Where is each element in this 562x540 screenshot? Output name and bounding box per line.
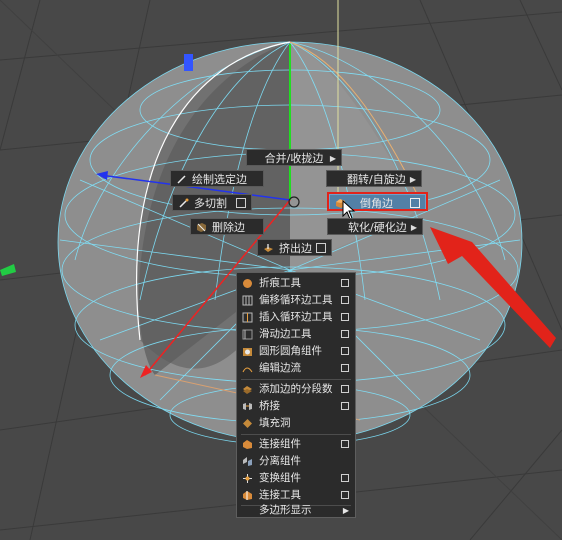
- menu-item-label: 偏移循环边工具: [259, 294, 333, 306]
- submenu-arrow-icon: ▶: [329, 154, 336, 163]
- option-box[interactable]: [341, 440, 349, 448]
- menu-item-label: 变换组件: [259, 472, 301, 484]
- menu-item-crease-tool[interactable]: 折痕工具: [237, 275, 355, 292]
- multicut-option-box[interactable]: [236, 198, 246, 208]
- fill-hole-icon: [243, 419, 252, 428]
- extrude-icon: [264, 244, 273, 252]
- flip-spin-edge-label: 翻转/自旋边: [347, 173, 406, 186]
- submenu-arrow-icon: ▶: [409, 175, 416, 184]
- menu-item-label: 插入循环边工具: [259, 311, 333, 323]
- menu-item-label: 编辑边流: [259, 362, 301, 374]
- menu-item-label: 折痕工具: [259, 277, 301, 289]
- connect-components-icon: [243, 440, 252, 449]
- delete-edge-icon: [197, 223, 206, 232]
- menu-item-label: 滑动边工具: [259, 328, 312, 340]
- menu-item-transform-component[interactable]: 变换组件: [237, 470, 355, 487]
- soften-harden-edge-item[interactable]: 软化/硬化边 ▶: [327, 218, 423, 235]
- menu-item-label: 圆形圆角组件: [259, 345, 322, 357]
- menu-item-label: 添加边的分段数: [259, 383, 333, 395]
- paint-edge-select-item[interactable]: 绘制选定边: [170, 170, 264, 187]
- menu-item-offset-edge-loop[interactable]: 偏移循环边工具: [237, 292, 355, 309]
- menu-item-label: 分离组件: [259, 455, 301, 467]
- slide-edge-icon: [242, 329, 253, 340]
- menu-item-slide-edge[interactable]: 滑动边工具: [237, 326, 355, 343]
- option-box[interactable]: [341, 491, 349, 499]
- multicut-item[interactable]: 多切割: [172, 194, 252, 211]
- flip-spin-edge-item[interactable]: 翻转/自旋边 ▶: [326, 170, 422, 187]
- connect-tool-icon: [243, 491, 252, 500]
- menu-item-detach-components[interactable]: 分离组件: [237, 453, 355, 470]
- menu-item-circularize[interactable]: 圆形圆角组件: [237, 343, 355, 360]
- edit-flow-icon: [242, 367, 253, 373]
- menu-item-bridge[interactable]: 桥接: [237, 398, 355, 415]
- option-box[interactable]: [341, 313, 349, 321]
- soften-harden-edge-label: 软化/硬化边: [348, 221, 407, 234]
- mouse-cursor: [342, 200, 356, 220]
- multicut-label: 多切割: [194, 197, 227, 210]
- merge-collapse-edge-item[interactable]: 合并/收拢边 ▶: [246, 149, 342, 166]
- offset-loop-icon: [242, 295, 253, 306]
- menu-item-edit-edge-flow[interactable]: 编辑边流: [237, 360, 355, 377]
- option-box[interactable]: [341, 474, 349, 482]
- menu-item-add-edge-divisions[interactable]: 添加边的分段数: [237, 381, 355, 398]
- multicut-icon: [179, 198, 189, 208]
- option-box[interactable]: [341, 296, 349, 304]
- extrude-option-box[interactable]: [316, 243, 326, 253]
- menu-item-label: 连接组件: [259, 438, 301, 450]
- extrude-edge-label: 挤出边: [279, 242, 312, 255]
- edge-tools-menu: 折痕工具 偏移循环边工具 插入循环边工具 滑动边工具 圆形圆角组件 编辑边流 添…: [236, 272, 356, 518]
- menu-separator: [241, 379, 351, 380]
- add-divisions-icon: [243, 386, 252, 394]
- merge-collapse-edge-label: 合并/收拢边: [264, 152, 324, 165]
- menu-item-label: 多边形显示: [259, 504, 312, 516]
- detach-components-icon: [243, 457, 252, 466]
- blue-handle-marker: [184, 54, 193, 71]
- option-box[interactable]: [341, 402, 349, 410]
- option-box[interactable]: [341, 385, 349, 393]
- option-box[interactable]: [341, 364, 349, 372]
- transform-component-icon: [243, 474, 252, 483]
- submenu-arrow-icon: ▶: [342, 506, 349, 515]
- menu-item-insert-edge-loop[interactable]: 插入循环边工具: [237, 309, 355, 326]
- extrude-edge-item[interactable]: 挤出边: [257, 239, 332, 256]
- paint-edge-select-label: 绘制选定边: [192, 173, 247, 186]
- option-box[interactable]: [341, 279, 349, 287]
- option-box[interactable]: [341, 330, 349, 338]
- option-box[interactable]: [341, 347, 349, 355]
- paint-edge-icon: [177, 175, 186, 184]
- menu-item-label: 桥接: [259, 400, 280, 412]
- submenu-arrow-icon: ▶: [410, 223, 417, 232]
- menu-item-label: 填充洞: [259, 417, 291, 429]
- insert-loop-icon: [242, 312, 253, 323]
- delete-edge-item[interactable]: 删除边: [190, 218, 264, 235]
- delete-edge-label: 删除边: [212, 221, 245, 234]
- menu-item-connect-components[interactable]: 连接组件: [237, 436, 355, 453]
- circularize-icon: [243, 348, 252, 356]
- menu-separator: [241, 434, 351, 435]
- menu-item-polygon-display[interactable]: 多边形显示 ▶: [237, 502, 355, 519]
- bridge-icon: [243, 403, 252, 410]
- crease-icon: [243, 279, 252, 288]
- menu-item-fill-hole[interactable]: 填充洞: [237, 415, 355, 432]
